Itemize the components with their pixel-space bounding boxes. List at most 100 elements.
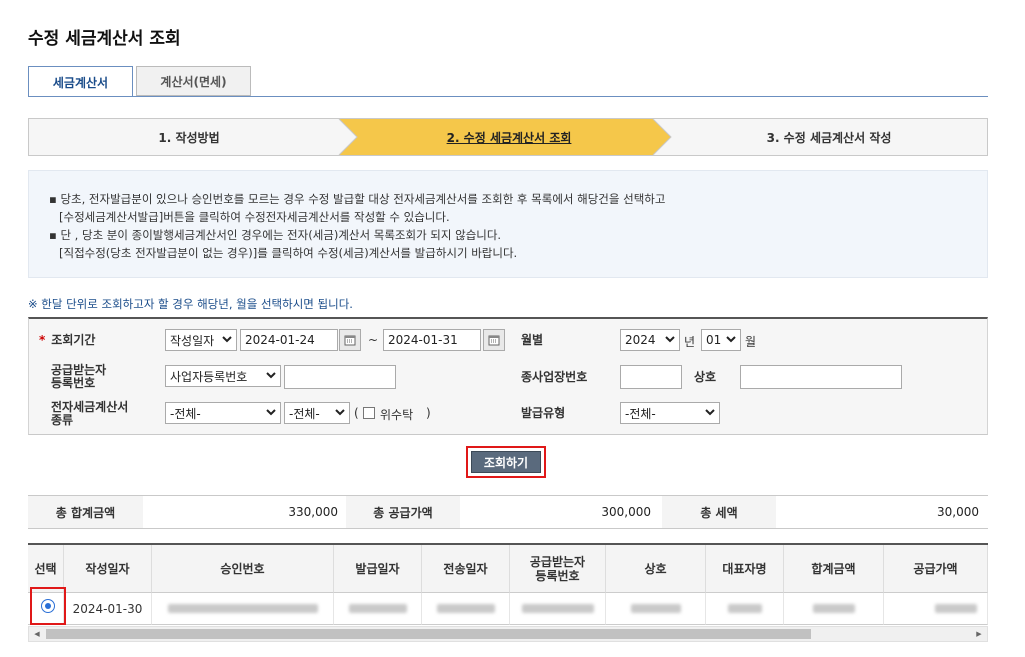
row-select-radio[interactable] bbox=[41, 599, 55, 613]
search-form: * 조회기간 작성일자 2024-01-24 ~ 2024-01-31 월별 20… bbox=[28, 317, 988, 435]
chevron-down-icon bbox=[222, 336, 232, 343]
chevron-down-icon bbox=[266, 409, 276, 416]
scroll-left-icon[interactable]: ◀ bbox=[31, 629, 43, 639]
notice-line-4: [직접수정(당초 전자발급분이 없는 경우)]를 클릭하여 수정(세금)계산서를… bbox=[59, 246, 518, 260]
buyer-no-input[interactable] bbox=[284, 365, 396, 389]
total-amount-value: 330,000 bbox=[288, 505, 338, 519]
tax-amount-label: 총 세액 bbox=[662, 496, 776, 528]
buyer-no-label-line2: 등록번호 bbox=[51, 376, 96, 390]
required-mark: * bbox=[39, 333, 46, 347]
branch-no-label: 종사업장번호 bbox=[521, 370, 588, 384]
consign-label: 위수탁 bbox=[380, 408, 414, 422]
invoice-kind-select-1[interactable]: -전체- bbox=[165, 402, 281, 424]
month-select[interactable]: 01 bbox=[701, 329, 741, 351]
scroll-right-icon[interactable]: ▶ bbox=[973, 629, 985, 639]
row-approval-no bbox=[152, 593, 334, 625]
date-from-input[interactable]: 2024-01-24 bbox=[240, 329, 338, 351]
redacted-value bbox=[630, 604, 681, 613]
row-issue-date bbox=[334, 593, 422, 625]
company-label: 상호 bbox=[694, 370, 717, 384]
issue-type-value: -전체- bbox=[625, 406, 656, 421]
totals-bar: 총 합계금액 330,000 총 공급가액 300,000 총 세액 30,00… bbox=[28, 495, 988, 529]
invoice-kind-select-2[interactable]: -전체- bbox=[284, 402, 350, 424]
chevron-down-icon bbox=[705, 409, 715, 416]
supply-amount-value: 300,000 bbox=[601, 505, 651, 519]
calendar-from-button[interactable] bbox=[339, 329, 361, 351]
calendar-to-button[interactable] bbox=[483, 329, 505, 351]
page-title: 수정 세금계산서 조회 bbox=[28, 29, 181, 49]
invoice-kind-2-value: -전체- bbox=[289, 406, 320, 421]
col-company: 상호 bbox=[606, 545, 706, 593]
row-buyer-no bbox=[510, 593, 606, 625]
chevron-down-icon bbox=[665, 336, 675, 343]
date-to-input[interactable]: 2024-01-31 bbox=[383, 329, 481, 351]
month-label: 월별 bbox=[521, 333, 544, 347]
row-radio-highlight bbox=[30, 587, 66, 625]
buyer-type-value: 사업자등록번호 bbox=[170, 369, 248, 384]
col-issue-date: 발급일자 bbox=[334, 545, 422, 593]
notice-line-2: [수정세금계산서발급]버튼을 클릭하여 수정전자세금계산서를 작성할 수 있습니… bbox=[59, 210, 450, 224]
tab-divider bbox=[28, 96, 988, 97]
consign-checkbox[interactable] bbox=[363, 407, 375, 419]
step-indicator: 1. 작성방법 2. 수정 세금계산서 조회 3. 수정 세금계산서 작성 bbox=[28, 118, 988, 156]
redacted-value bbox=[436, 604, 495, 613]
tab-tax-invoice[interactable]: 세금계산서 bbox=[28, 66, 133, 97]
year-unit: 년 bbox=[684, 335, 696, 349]
date-type-select[interactable]: 작성일자 bbox=[165, 329, 237, 351]
buyer-type-select[interactable]: 사업자등록번호 bbox=[165, 365, 281, 387]
col-buyer-no-line1: 공급받는자 bbox=[529, 554, 586, 569]
issue-type-select[interactable]: -전체- bbox=[620, 402, 720, 424]
invoice-kind-1-value: -전체- bbox=[170, 406, 201, 421]
month-hint: ※ 한달 단위로 조회하고자 할 경우 해당년, 월을 선택하시면 됩니다. bbox=[28, 297, 353, 311]
branch-no-input[interactable] bbox=[620, 365, 682, 389]
total-amount-label: 총 합계금액 bbox=[28, 496, 143, 528]
redacted-value bbox=[934, 604, 977, 613]
chevron-down-icon bbox=[726, 336, 736, 343]
col-buyer-no: 공급받는자 등록번호 bbox=[510, 545, 606, 593]
notice-box: ▪ 당초, 전자발급분이 있으나 승인번호를 모르는 경우 수정 발급할 대상 … bbox=[28, 170, 988, 278]
search-button[interactable]: 조회하기 bbox=[471, 451, 541, 473]
col-write-date: 작성일자 bbox=[64, 545, 152, 593]
scroll-thumb[interactable] bbox=[46, 629, 811, 639]
col-send-date: 전송일자 bbox=[422, 545, 510, 593]
buyer-no-label: 공급받는자 등록번호 bbox=[51, 364, 106, 390]
redacted-value bbox=[521, 604, 594, 613]
row-write-date: 2024-01-30 bbox=[64, 593, 152, 625]
row-total bbox=[784, 593, 884, 625]
notice-line-1: ▪ 당초, 전자발급분이 있으나 승인번호를 모르는 경우 수정 발급할 대상 … bbox=[49, 192, 666, 206]
date-from-value: 2024-01-24 bbox=[245, 333, 315, 347]
redacted-value bbox=[727, 604, 762, 613]
date-separator: ~ bbox=[368, 333, 379, 347]
step-2-label: 2. 수정 세금계산서 조회 bbox=[446, 130, 572, 145]
horizontal-scrollbar[interactable]: ◀ ▶ bbox=[28, 626, 988, 642]
period-label: * 조회기간 bbox=[39, 334, 95, 347]
calendar-icon bbox=[488, 335, 500, 346]
year-value: 2024 bbox=[625, 333, 656, 347]
issue-type-label: 발급유형 bbox=[521, 406, 566, 420]
month-value: 01 bbox=[706, 333, 722, 347]
col-select: 선택 bbox=[28, 545, 64, 593]
step-1-label: 1. 작성방법 bbox=[158, 130, 220, 145]
col-approval-no: 승인번호 bbox=[152, 545, 334, 593]
redacted-value bbox=[167, 604, 318, 613]
result-table: 선택 작성일자 승인번호 발급일자 전송일자 공급받는자 등록번호 상호 대표자… bbox=[28, 543, 988, 627]
notice-line-3: ▪ 단 , 당초 분이 종이발행세금계산서인 경우에는 전자(세금)계산서 목록… bbox=[49, 228, 502, 242]
invoice-kind-label-line2: 종류 bbox=[51, 413, 74, 427]
calendar-icon bbox=[344, 335, 356, 346]
tax-amount-value: 30,000 bbox=[937, 505, 979, 519]
search-button-highlight: 조회하기 bbox=[466, 446, 546, 478]
period-label-text: 조회기간 bbox=[51, 333, 96, 347]
date-type-value: 작성일자 bbox=[170, 333, 215, 348]
row-send-date bbox=[422, 593, 510, 625]
supply-amount-label: 총 공급가액 bbox=[346, 496, 460, 528]
redacted-value bbox=[812, 604, 855, 613]
company-input[interactable] bbox=[740, 365, 902, 389]
tab-invoice-tax-free[interactable]: 계산서(면세) bbox=[136, 66, 251, 96]
row-supply bbox=[884, 593, 988, 625]
invoice-kind-label: 전자세금계산서 종류 bbox=[51, 401, 128, 427]
col-supply: 공급가액 bbox=[884, 545, 988, 593]
date-to-value: 2024-01-31 bbox=[388, 333, 458, 347]
chevron-down-icon bbox=[335, 409, 345, 416]
year-select[interactable]: 2024 bbox=[620, 329, 680, 351]
month-unit: 월 bbox=[745, 335, 757, 349]
